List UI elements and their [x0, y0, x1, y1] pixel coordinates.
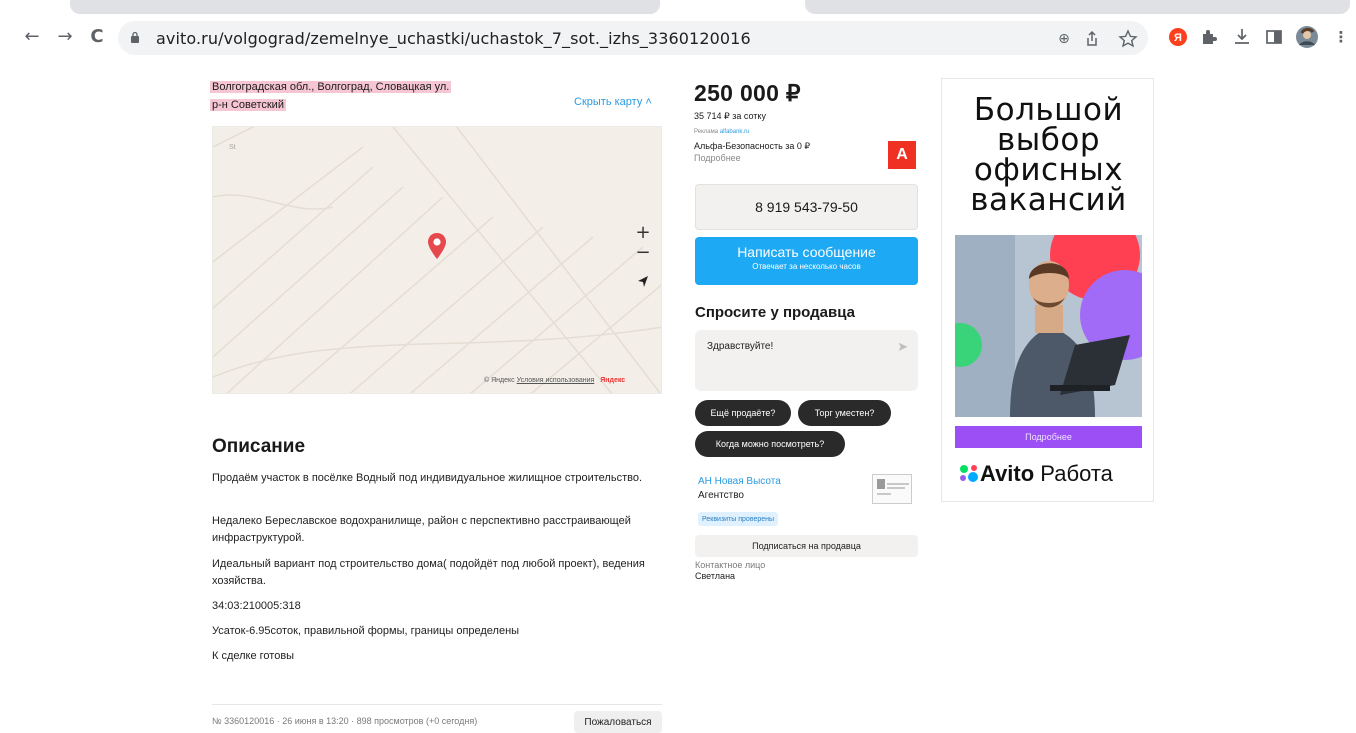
map-streets: St — [213, 127, 661, 393]
complain-button[interactable]: Пожаловаться — [574, 711, 662, 733]
browser-tab[interactable] — [805, 0, 1350, 14]
ad-label: Реклама alfabank.ru — [694, 129, 749, 135]
browser-toolbar: ← → C avito.ru/volgograd/zemelnye_uchast… — [0, 14, 1356, 62]
yandex-logo: Яндекс — [600, 377, 626, 384]
download-icon[interactable] — [1231, 26, 1253, 48]
contact-label: Контактное лицо — [695, 560, 766, 570]
reload-icon: C — [90, 25, 104, 47]
price: 250 000 ₽ — [694, 80, 801, 106]
back-button[interactable]: ← — [20, 24, 44, 48]
back-icon: ← — [24, 25, 40, 47]
map-pin-icon[interactable] — [427, 233, 447, 259]
page-scrollbar[interactable] — [1350, 330, 1356, 710]
quick-question-chip[interactable]: Когда можно посмотреть? — [695, 431, 845, 457]
forward-icon: → — [57, 25, 73, 47]
cadastral-number: 34:03:210005:318 — [212, 600, 301, 612]
reload-button[interactable]: C — [85, 24, 109, 48]
url-text[interactable]: avito.ru/volgograd/zemelnye_uchastki/uch… — [156, 29, 751, 48]
more-menu-icon[interactable]: ⋮ — [1330, 26, 1352, 48]
district-line: р-н Советский — [210, 99, 286, 111]
map-attribution: © Яндекс Условия использования Яндекс — [484, 377, 626, 384]
ad-title[interactable]: Альфа-Безопасность за 0 ₽ — [694, 141, 810, 152]
locate-icon[interactable] — [636, 275, 650, 289]
ask-seller-input[interactable]: Здравствуйте! ➤ — [695, 330, 918, 391]
hide-map-link[interactable]: Скрыть карту ˄ — [574, 96, 652, 108]
avito-dots-icon — [960, 465, 978, 482]
address-line: Волгоградская обл., Волгоград, Словацкая… — [210, 81, 452, 93]
profile-avatar[interactable] — [1296, 26, 1318, 48]
banner-photo — [955, 235, 1142, 417]
seller-type: Агентство — [698, 490, 744, 501]
quick-question-chip[interactable]: Торг уместен? — [798, 400, 891, 426]
ad-domain-link[interactable]: alfabank.ru — [720, 129, 750, 135]
ask-seller-title: Спросите у продавца — [695, 304, 855, 321]
response-time: Отвечает за несколько часов — [752, 262, 861, 271]
quick-question-chip[interactable]: Ещё продаёте? — [695, 400, 791, 426]
description-paragraph: Идеальный вариант под строительство дома… — [212, 558, 645, 587]
description-paragraph: Усаток-6.95соток, правильной формы, гран… — [212, 625, 520, 637]
write-message-button[interactable]: Написать сообщение Отвечает за несколько… — [695, 237, 918, 285]
svg-text:St: St — [229, 144, 236, 151]
tab-strip — [0, 0, 1356, 14]
listing-address: Волгоградская обл., Волгоград, Словацкая… — [210, 77, 452, 113]
map-terms-link[interactable]: Условия использования — [517, 377, 595, 384]
share-icon[interactable] — [1082, 29, 1102, 49]
price-per-sotka: 35 714 ₽ за сотку — [694, 111, 766, 121]
avito-rabota-banner[interactable]: Большой выбор офисных вакансий Подробнее… — [941, 78, 1154, 502]
description-paragraph: Недалеко Береславское водохранилище, рай… — [212, 515, 631, 544]
address-bar[interactable]: avito.ru/volgograd/zemelnye_uchastki/uch… — [118, 21, 1148, 55]
star-icon[interactable] — [1118, 29, 1138, 49]
send-icon[interactable]: ➤ — [897, 339, 908, 355]
agency-logo[interactable] — [872, 474, 912, 504]
description-title: Описание — [212, 436, 306, 457]
zoom-icon[interactable]: ⊕ — [1054, 29, 1074, 49]
ad-more-link[interactable]: Подробнее — [694, 153, 741, 163]
avito-rabota-logo: Avito Работа — [958, 461, 1113, 487]
description-paragraph: К сделке готовы — [212, 650, 295, 662]
phone-button[interactable]: 8 919 543-79-50 — [695, 184, 918, 230]
browser-tab[interactable] — [70, 0, 660, 14]
zoom-in-button[interactable]: + — [633, 222, 653, 243]
ask-seller-text[interactable]: Здравствуйте! — [707, 341, 773, 352]
side-panel-icon[interactable] — [1263, 26, 1285, 48]
listing-meta: № 3360120016 · 26 июня в 13:20 · 898 про… — [212, 716, 478, 726]
agency-name-link[interactable]: АН Новая Высота — [698, 476, 781, 487]
puzzle-icon[interactable] — [1198, 26, 1220, 48]
subscribe-seller-button[interactable]: Подписаться на продавца — [695, 535, 918, 557]
zoom-out-button[interactable]: − — [633, 242, 653, 263]
map[interactable]: St + − — [212, 126, 662, 394]
contact-name: Светлана — [695, 571, 736, 581]
yandex-extension-icon[interactable]: Я — [1167, 26, 1189, 48]
svg-text:Я: Я — [1174, 32, 1182, 44]
lock-icon — [131, 31, 139, 43]
banner-more-button[interactable]: Подробнее — [955, 426, 1142, 448]
write-message-label: Написать сообщение — [737, 244, 876, 260]
alfabank-logo[interactable]: А — [888, 141, 916, 169]
forward-button[interactable]: → — [53, 24, 77, 48]
verified-badge: Реквизиты проверены — [698, 512, 779, 526]
divider — [212, 704, 662, 705]
banner-headline: Большой выбор офисных вакансий — [970, 92, 1127, 218]
description-paragraph: Продаём участок в посёлке Водный под инд… — [212, 472, 643, 484]
ad-label-text: Реклама — [694, 129, 719, 135]
